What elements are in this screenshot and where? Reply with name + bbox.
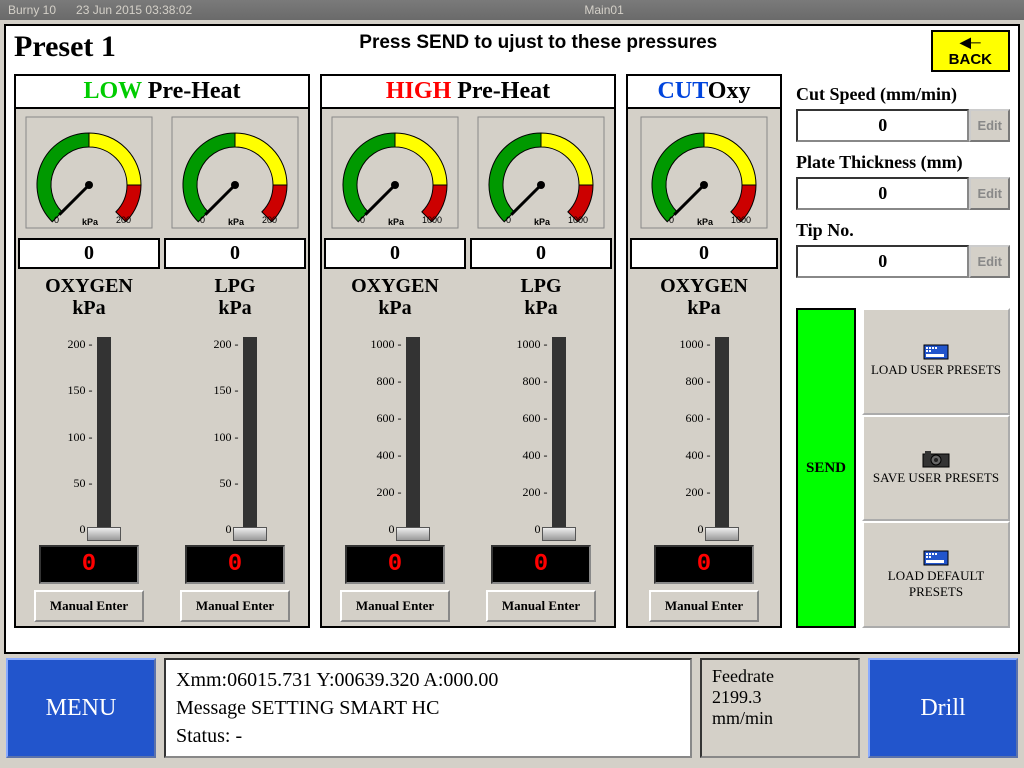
instruction-text: Press SEND to ujust to these pressures: [146, 32, 931, 54]
low-lpg-gauge: 0 200 kPa: [162, 109, 308, 236]
high-oxy-slider[interactable]: [406, 337, 420, 537]
cutspeed-edit-button[interactable]: Edit: [969, 109, 1010, 142]
camera-icon: [921, 450, 951, 468]
coord-line: Xmm:06015.731 Y:00639.320 A:000.00: [176, 666, 680, 694]
low-oxy-digital: 0: [39, 545, 139, 584]
cut-oxy-gauge: 0 1000 kPa: [628, 109, 780, 236]
high-preheat-group: HIGH Pre-Heat 0 1000 kPa 0 1000 kPa 0 0 OXYG…: [320, 74, 616, 628]
low-lpg-manual-button[interactable]: Manual Enter: [180, 590, 290, 622]
back-button[interactable]: ◀─ BACK: [931, 30, 1010, 72]
screen-name: Main01: [192, 3, 1016, 17]
low-lpg-digital: 0: [185, 545, 285, 584]
svg-text:0: 0: [200, 215, 205, 225]
tip-label: Tip No.: [796, 220, 1010, 241]
load-default-presets-button[interactable]: LOAD DEFAULT PRESETS: [862, 521, 1010, 628]
cut-oxy-manual-button[interactable]: Manual Enter: [649, 590, 759, 622]
plate-label: Plate Thickness (mm): [796, 152, 1010, 173]
bottom-bar: MENU Xmm:06015.731 Y:00639.320 A:000.00 …: [0, 658, 1024, 758]
back-arrow-icon: ◀─: [949, 34, 992, 51]
slider-handle[interactable]: [705, 527, 739, 541]
svg-text:0: 0: [506, 215, 511, 225]
datetime: 23 Jun 2015 03:38:02: [76, 3, 192, 17]
low-lpg-column: LPGkPa 200 -150 -100 -50 -0 - 0 Manual E…: [162, 271, 308, 626]
slider-handle[interactable]: [87, 527, 121, 541]
low-header: LOW Pre-Heat: [16, 76, 308, 109]
high-lpg-digital: 0: [491, 545, 591, 584]
svg-text:200: 200: [116, 215, 131, 225]
cut-oxy-slider[interactable]: [715, 337, 729, 537]
svg-text:0: 0: [54, 215, 59, 225]
high-lpg-gauge: 0 1000 kPa: [468, 109, 614, 236]
cutspeed-value: 0: [796, 109, 969, 142]
feedrate-box: Feedrate 2199.3 mm/min: [700, 658, 860, 758]
drill-button[interactable]: Drill: [868, 658, 1018, 758]
low-oxy-ticks: 200 -150 -100 -50 -0 -: [68, 337, 93, 537]
high-lpg-readout: 0: [470, 238, 612, 269]
low-lpg-ticks: 200 -150 -100 -50 -0 -: [214, 337, 239, 537]
low-oxy-slider[interactable]: [97, 337, 111, 537]
high-oxy-gauge: 0 1000 kPa: [322, 109, 468, 236]
high-oxy-readout: 0: [324, 238, 466, 269]
high-oxy-manual-button[interactable]: Manual Enter: [340, 590, 450, 622]
message-line: Message SETTING SMART HC: [176, 694, 680, 722]
status-line: Status: -: [176, 722, 680, 750]
low-lpg-slider[interactable]: [243, 337, 257, 537]
low-oxy-manual-button[interactable]: Manual Enter: [34, 590, 144, 622]
keyboard-icon: [923, 344, 949, 360]
svg-text:1000: 1000: [422, 215, 442, 225]
cut-header: CUTOxy: [628, 76, 780, 109]
cut-oxy-digital: 0: [654, 545, 754, 584]
svg-text:kPa: kPa: [82, 217, 99, 227]
cut-oxy-readout: 0: [630, 238, 778, 269]
high-oxy-digital: 0: [345, 545, 445, 584]
low-oxy-column: OXYGENkPa 200 -150 -100 -50 -0 - 0 Manua…: [16, 271, 162, 626]
slider-handle[interactable]: [396, 527, 430, 541]
status-box: Xmm:06015.731 Y:00639.320 A:000.00 Messa…: [164, 658, 692, 758]
back-label: BACK: [949, 51, 992, 68]
cut-oxy-group: CUTOxy 0 1000 kPa 0 OXYGENkPa 1000 -800 -6…: [626, 74, 782, 628]
app-name: Burny 10: [8, 3, 56, 17]
svg-text:kPa: kPa: [388, 217, 405, 227]
main-panel: Preset 1 Press SEND to ujust to these pr…: [4, 24, 1020, 654]
parameters-column: Cut Speed (mm/min) 0 Edit Plate Thicknes…: [792, 74, 1010, 628]
low-oxy-readout: 0: [18, 238, 160, 269]
plate-value: 0: [796, 177, 969, 210]
high-lpg-manual-button[interactable]: Manual Enter: [486, 590, 596, 622]
svg-text:0: 0: [669, 215, 674, 225]
high-header: HIGH Pre-Heat: [322, 76, 614, 109]
save-user-presets-button[interactable]: SAVE USER PRESETS: [862, 415, 1010, 522]
tip-edit-button[interactable]: Edit: [969, 245, 1010, 278]
high-lpg-ticks: 1000 -800 -600 -400 -200 -0 -: [517, 337, 548, 537]
slider-handle[interactable]: [233, 527, 267, 541]
low-preheat-group: LOW Pre-Heat 0 200 kPa 0 200 kPa 0 0 OXYGENk…: [14, 74, 310, 628]
keyboard-icon: [923, 550, 949, 566]
svg-text:200: 200: [262, 215, 277, 225]
tip-value: 0: [796, 245, 969, 278]
svg-text:kPa: kPa: [697, 217, 714, 227]
load-user-presets-button[interactable]: LOAD USER PRESETS: [862, 308, 1010, 415]
menu-button[interactable]: MENU: [6, 658, 156, 758]
low-oxy-gauge: 0 200 kPa: [16, 109, 162, 236]
high-lpg-slider[interactable]: [552, 337, 566, 537]
send-button[interactable]: SEND: [796, 308, 856, 628]
svg-text:kPa: kPa: [228, 217, 245, 227]
plate-edit-button[interactable]: Edit: [969, 177, 1010, 210]
svg-text:1000: 1000: [568, 215, 588, 225]
svg-text:1000: 1000: [731, 215, 751, 225]
high-oxy-column: OXYGENkPa 1000 -800 -600 -400 -200 -0 - …: [322, 271, 468, 626]
low-lpg-readout: 0: [164, 238, 306, 269]
svg-text:0: 0: [360, 215, 365, 225]
preset-title: Preset 1: [14, 30, 116, 64]
svg-text:kPa: kPa: [534, 217, 551, 227]
titlebar: Burny 10 23 Jun 2015 03:38:02 Main01: [0, 0, 1024, 20]
slider-handle[interactable]: [542, 527, 576, 541]
cut-oxy-column: OXYGENkPa 1000 -800 -600 -400 -200 -0 - …: [628, 271, 780, 626]
high-lpg-column: LPGkPa 1000 -800 -600 -400 -200 -0 - 0 M…: [468, 271, 614, 626]
cut-oxy-ticks: 1000 -800 -600 -400 -200 -0 -: [680, 337, 711, 537]
cutspeed-label: Cut Speed (mm/min): [796, 84, 1010, 105]
high-oxy-ticks: 1000 -800 -600 -400 -200 -0 -: [371, 337, 402, 537]
